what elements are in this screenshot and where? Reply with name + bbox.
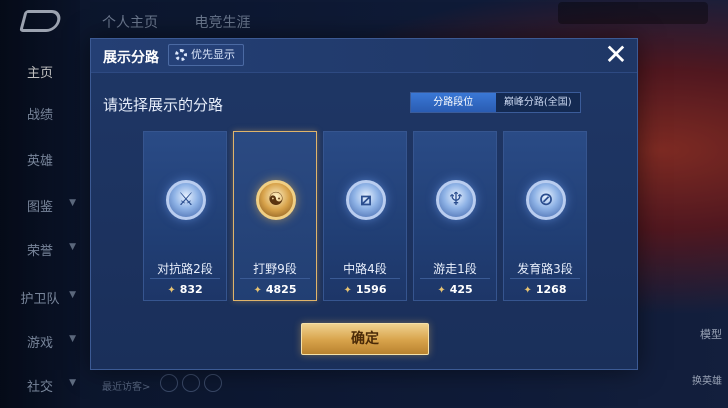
confirm-button[interactable]: 确定	[301, 323, 429, 355]
points-icon: ✦	[343, 285, 352, 296]
points-icon: ✦	[253, 285, 262, 296]
lane-score: ✦ 832	[167, 283, 203, 296]
lane-card-clash[interactable]: ⚔ 对抗路2段 ✦ 832	[143, 131, 227, 301]
farm-lane-icon: ⊘	[526, 180, 566, 220]
lane-card-roam[interactable]: ♆ 游走1段 ✦ 425	[413, 131, 497, 301]
divider	[330, 278, 400, 279]
select-lane-prompt: 请选择展示的分路	[103, 96, 224, 114]
lane-mode-toggle: 分路段位 巅峰分路(全国)	[410, 92, 581, 113]
lane-score: ✦ 1268	[523, 283, 567, 296]
priority-display-label: 优先显示	[191, 48, 235, 61]
divider	[420, 278, 490, 279]
lane-card-mid[interactable]: ⧄ 中路4段 ✦ 1596	[323, 131, 407, 301]
jungle-icon: ☯	[256, 180, 296, 220]
priority-display-button[interactable]: 优先显示	[168, 44, 244, 66]
gear-icon	[175, 49, 187, 61]
points-icon: ✦	[167, 285, 176, 296]
close-button[interactable]: ✕	[601, 41, 631, 71]
lane-label: 中路4段	[343, 262, 387, 276]
divider	[240, 278, 310, 279]
lane-score: ✦ 4825	[253, 283, 297, 296]
clash-lane-icon: ⚔	[166, 180, 206, 220]
lane-display-dialog: 展示分路 优先显示 ✕ 请选择展示的分路 分路段位 巅峰分路(全国) ⚔ 对抗路…	[90, 38, 638, 370]
lane-label: 打野9段	[253, 262, 297, 276]
toggle-lane-rank[interactable]: 分路段位	[411, 93, 496, 112]
dialog-title: 展示分路	[103, 50, 159, 66]
lane-score: ✦ 425	[437, 283, 473, 296]
toggle-peak-lane[interactable]: 巅峰分路(全国)	[496, 93, 581, 112]
lane-label: 发育路3段	[517, 262, 573, 276]
divider	[510, 278, 580, 279]
dialog-header: 展示分路 优先显示 ✕	[91, 39, 637, 73]
points-icon: ✦	[523, 285, 532, 296]
divider	[150, 278, 220, 279]
roam-icon: ♆	[436, 180, 476, 220]
mid-lane-icon: ⧄	[346, 180, 386, 220]
lane-score: ✦ 1596	[343, 283, 387, 296]
lane-card-jungle[interactable]: ☯ 打野9段 ✦ 4825	[233, 131, 317, 301]
lane-label: 对抗路2段	[157, 262, 213, 276]
lane-card-farm[interactable]: ⊘ 发育路3段 ✦ 1268	[503, 131, 587, 301]
points-icon: ✦	[437, 285, 446, 296]
lane-label: 游走1段	[433, 262, 477, 276]
